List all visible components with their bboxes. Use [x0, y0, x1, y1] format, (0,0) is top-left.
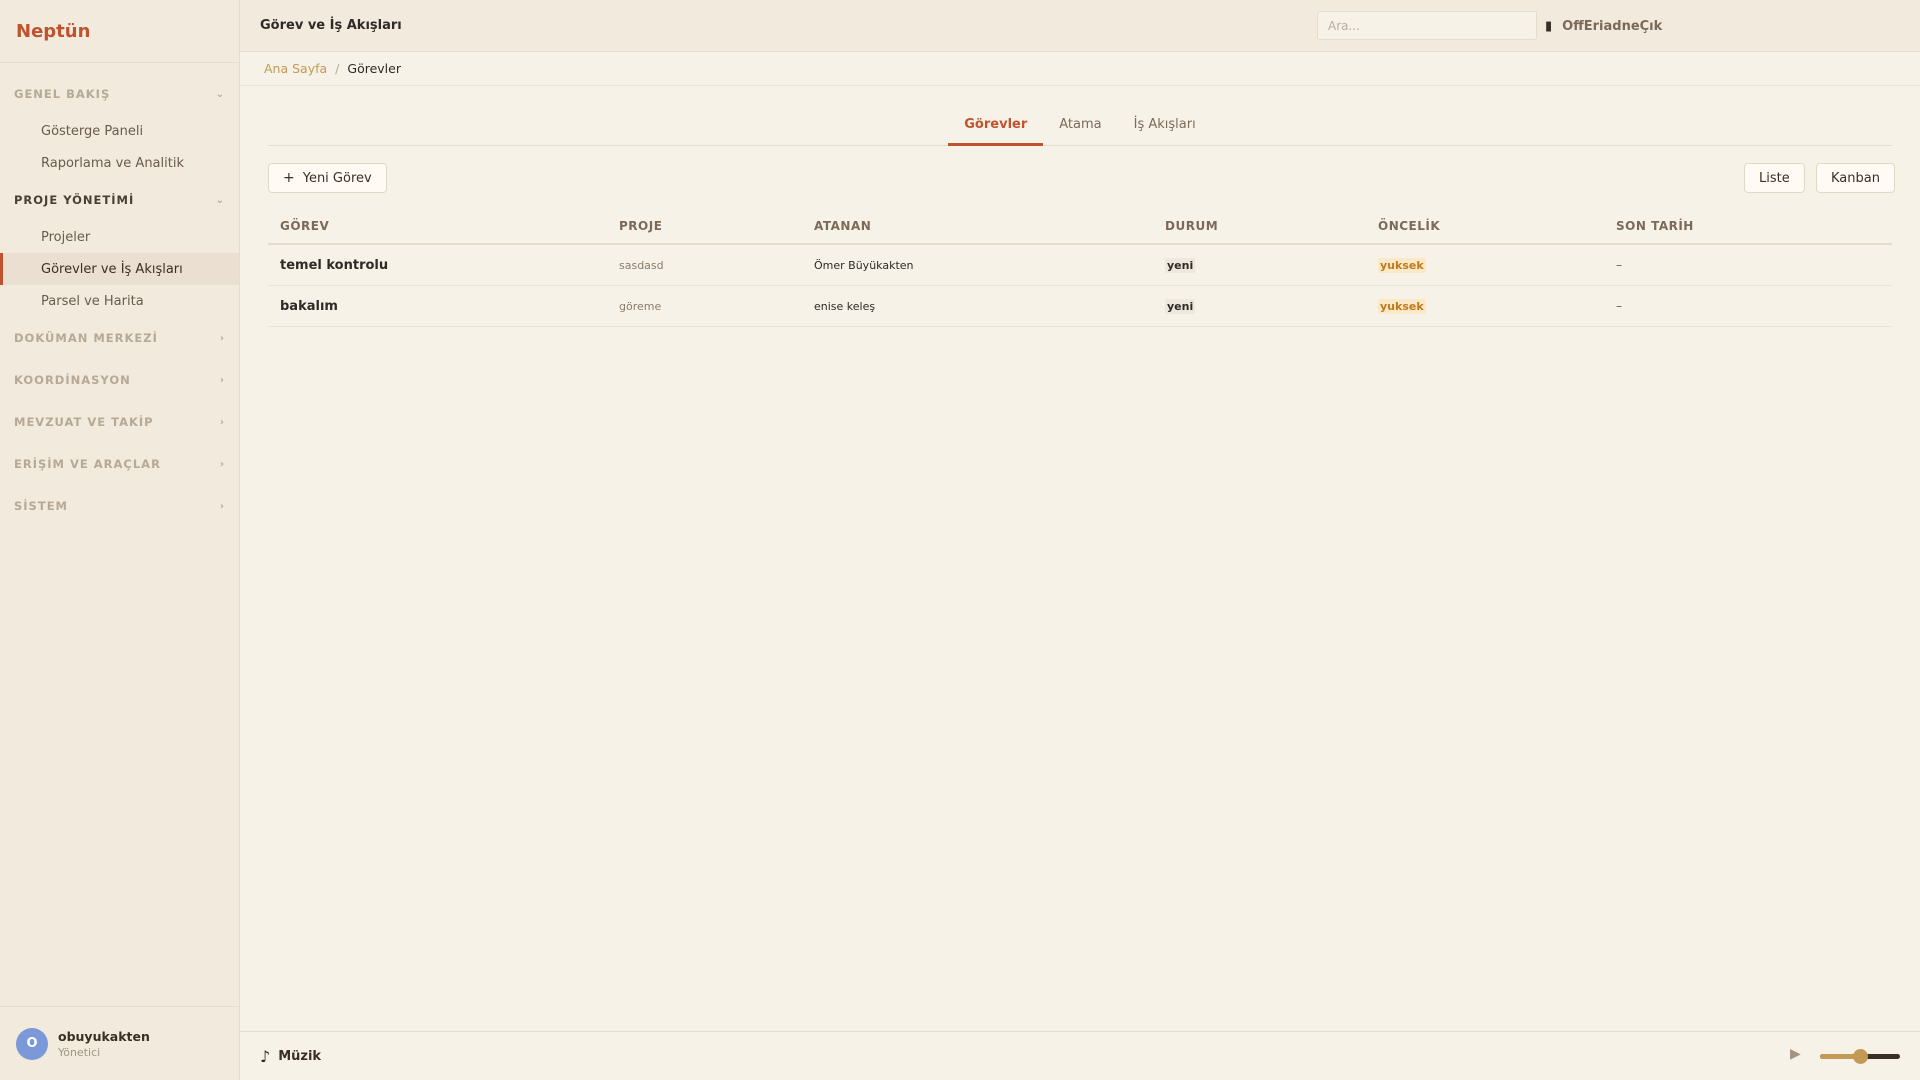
task-assignee: enise keleş [814, 300, 876, 313]
sidebar-item-gorevler[interactable]: Görevler ve İş Akışları [0, 253, 239, 285]
avatar: O [16, 1027, 48, 1060]
column-header-priority[interactable]: ÖNCELİK [1378, 219, 1616, 233]
status-badge: yeni [1165, 298, 1196, 314]
tab-gorevler[interactable]: Görevler [948, 108, 1044, 146]
task-due-date: – [1616, 258, 1622, 272]
section-koordinasyon[interactable]: KOORDİNASYON › [0, 359, 239, 401]
priority-badge: yuksek [1378, 257, 1426, 273]
chevron-down-icon: ⌄ [215, 88, 225, 100]
column-header-assignee[interactable]: ATANAN [814, 219, 1165, 233]
chevron-right-icon: › [219, 458, 225, 470]
section-title: MEVZUAT VE TAKİP [14, 415, 154, 429]
brand-logo[interactable]: Neptün [0, 0, 239, 63]
breadcrumb-separator: / [335, 61, 340, 76]
tab-bar: Görevler Atama İş Akışları [268, 108, 1892, 146]
tab-atama[interactable]: Atama [1043, 108, 1117, 146]
table-header: GÖREV PROJE ATANAN DURUM ÖNCELİK SON TAR… [268, 208, 1892, 245]
task-assignee: Ömer Büyükakten [814, 259, 914, 272]
volume-knob[interactable] [1853, 1049, 1868, 1064]
chevron-right-icon: › [219, 374, 225, 386]
play-icon[interactable]: ▶ [1790, 1046, 1801, 1062]
status-badge: yeni [1165, 257, 1196, 273]
section-title: PROJE YÖNETİMİ [14, 193, 135, 207]
sidebar-item-projeler[interactable]: Projeler [0, 221, 239, 253]
bookmark-icon[interactable]: ▮ [1545, 19, 1552, 34]
section-erisim[interactable]: ERİŞİM VE ARAÇLAR › [0, 443, 239, 485]
list-view-button[interactable]: Liste [1744, 163, 1805, 193]
user-profile[interactable]: O obuyukakten Yönetici [0, 1006, 240, 1080]
column-header-due[interactable]: SON TARİH [1616, 219, 1892, 233]
sidebar-item-parsel[interactable]: Parsel ve Harita [0, 285, 239, 317]
music-note-icon: ♪ [260, 1046, 271, 1066]
section-genel-bakis[interactable]: GENEL BAKIŞ ⌄ [0, 73, 239, 115]
breadcrumb-current: Görevler [347, 61, 401, 76]
section-mevzuat[interactable]: MEVZUAT VE TAKİP › [0, 401, 239, 443]
section-dokuman-merkezi[interactable]: DOKÜMAN MERKEZİ › [0, 317, 239, 359]
chevron-right-icon: › [219, 416, 225, 428]
task-project: göreme [619, 300, 662, 313]
new-task-label: Yeni Görev [302, 170, 372, 186]
column-header-status[interactable]: DURUM [1165, 219, 1378, 233]
section-title: ERİŞİM VE ARAÇLAR [14, 457, 161, 471]
table-row[interactable]: bakalım göreme enise keleş yeni yuksek – [268, 286, 1892, 327]
sidebar-nav: GENEL BAKIŞ ⌄ Gösterge Paneli Raporlama … [0, 73, 239, 527]
music-player: ♪ Müzik ▶ [240, 1031, 1920, 1080]
tab-is-akislari[interactable]: İş Akışları [1118, 108, 1212, 146]
breadcrumb-home[interactable]: Ana Sayfa [264, 61, 327, 76]
priority-badge: yuksek [1378, 298, 1426, 314]
topbar: Görev ve İş Akışları [240, 0, 1920, 52]
chevron-down-icon: ⌄ [215, 194, 225, 206]
user-role: Yönetici [58, 1045, 101, 1059]
section-sistem[interactable]: SİSTEM › [0, 485, 239, 527]
kanban-view-button[interactable]: Kanban [1816, 163, 1895, 193]
sidebar-item-gosterge-paneli[interactable]: Gösterge Paneli [0, 115, 239, 147]
section-title: KOORDİNASYON [14, 373, 131, 387]
column-header-project[interactable]: PROJE [619, 219, 814, 233]
tasks-table: GÖREV PROJE ATANAN DURUM ÖNCELİK SON TAR… [268, 208, 1892, 327]
section-proje-yonetimi[interactable]: PROJE YÖNETİMİ ⌄ [0, 179, 239, 221]
chevron-right-icon: › [219, 332, 225, 344]
task-due-date: – [1616, 299, 1622, 313]
plus-icon: + [283, 170, 295, 186]
column-header-task[interactable]: GÖREV [268, 219, 619, 233]
chevron-right-icon: › [219, 500, 225, 512]
header-action-text[interactable]: OffEriadneÇık [1562, 19, 1662, 34]
section-title: GENEL BAKIŞ [14, 87, 111, 101]
task-title[interactable]: bakalım [280, 299, 338, 314]
page-title: Görev ve İş Akışları [260, 18, 402, 33]
sidebar-item-raporlama[interactable]: Raporlama ve Analitik [0, 147, 239, 179]
new-task-button[interactable]: + Yeni Görev [268, 163, 387, 193]
sidebar: Neptün GENEL BAKIŞ ⌄ Gösterge Paneli Rap… [0, 0, 240, 1080]
task-title[interactable]: temel kontrolu [280, 258, 388, 273]
search-input[interactable] [1317, 11, 1537, 40]
task-project: sasdasd [619, 259, 664, 272]
table-row[interactable]: temel kontrolu sasdasd Ömer Büyükakten y… [268, 245, 1892, 286]
user-info: obuyukakten Yönetici [58, 1029, 150, 1059]
user-name: obuyukakten [58, 1028, 150, 1044]
breadcrumb: Ana Sayfa / Görevler [240, 52, 1920, 86]
section-title: DOKÜMAN MERKEZİ [14, 331, 158, 345]
section-title: SİSTEM [14, 499, 68, 513]
volume-slider[interactable] [1820, 1049, 1900, 1064]
header-actions: ▮ OffEriadneÇık [1545, 0, 1662, 52]
music-label: Müzik [278, 1048, 322, 1064]
